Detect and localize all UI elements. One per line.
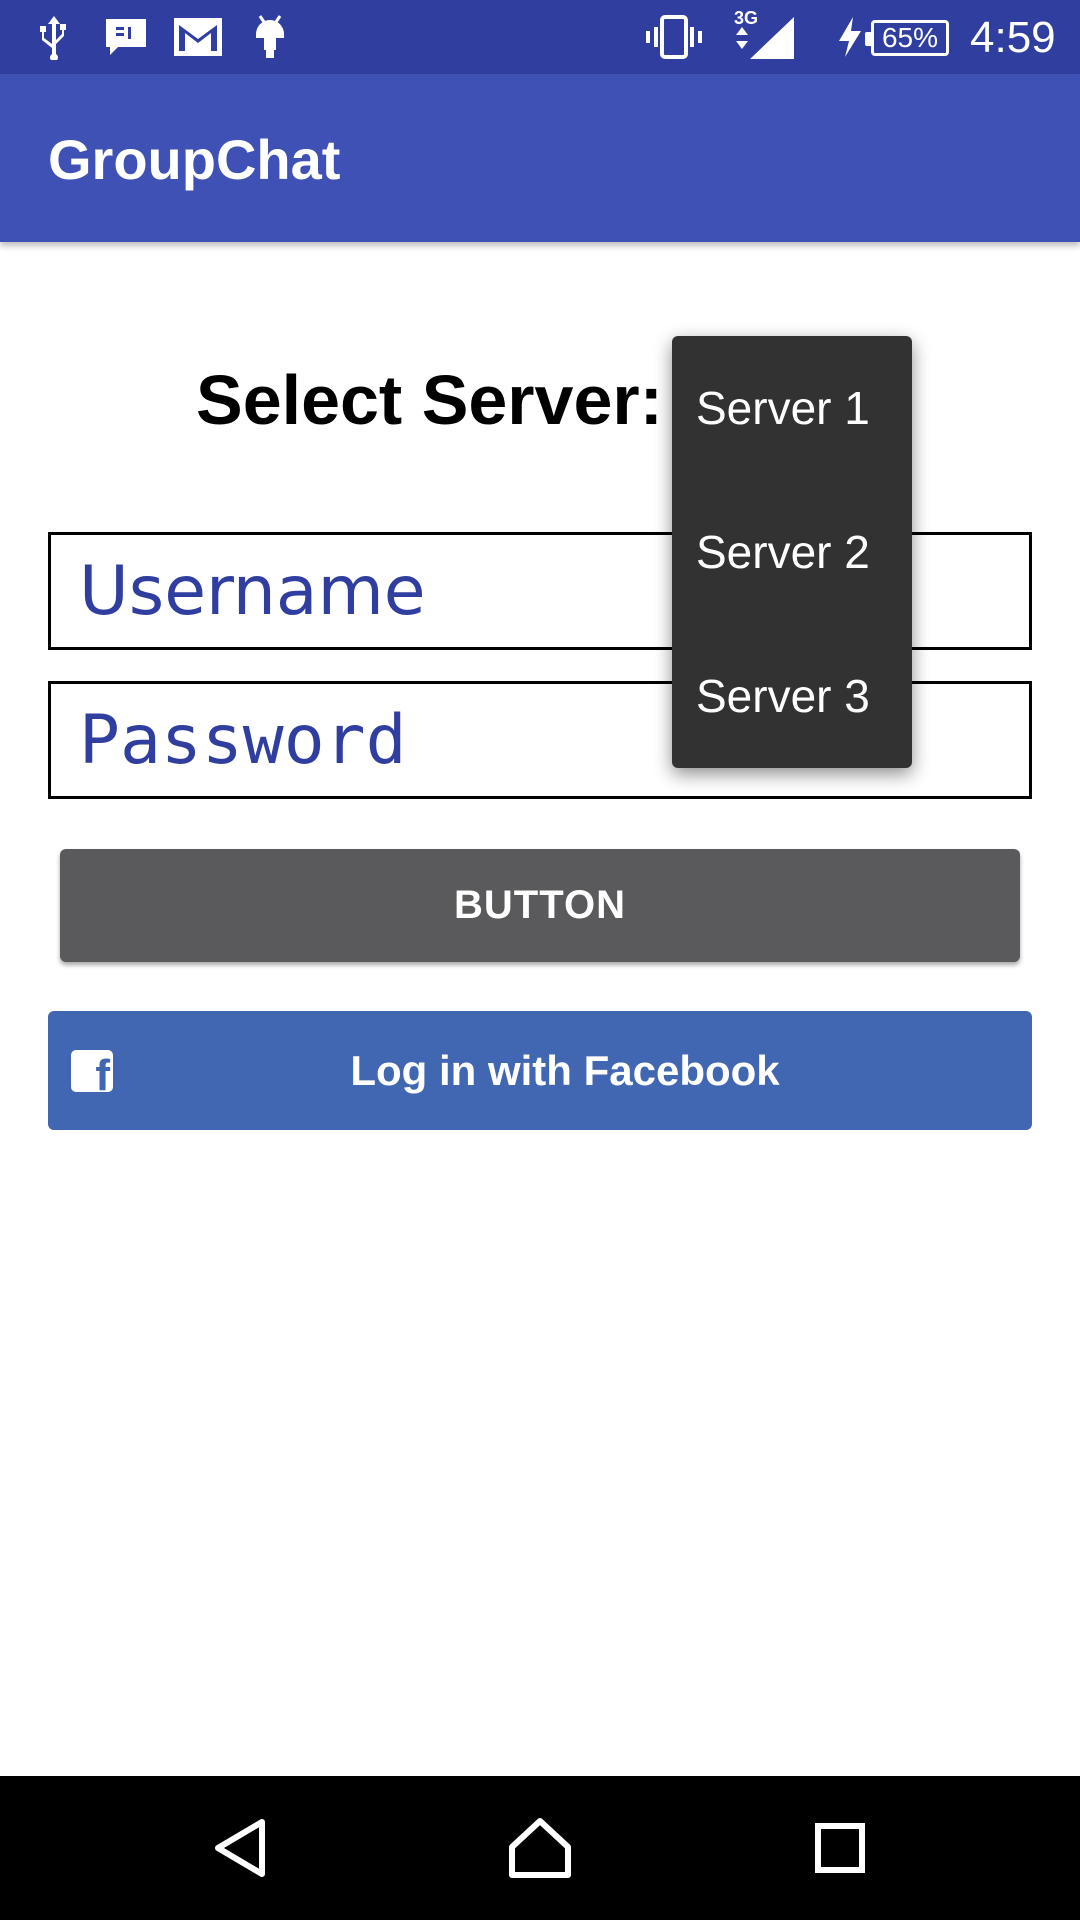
battery-level: 65% — [881, 22, 939, 53]
dropdown-item-server-2[interactable]: Server 2 — [672, 480, 912, 624]
app-bar: GroupChat — [0, 74, 1080, 242]
app-title: GroupChat — [48, 128, 341, 191]
network-type: 3G — [734, 8, 759, 28]
dropdown-item-server-1[interactable]: Server 1 — [672, 336, 912, 480]
signal-icon: 3G — [732, 8, 796, 62]
facebook-login-label: Log in with Facebook — [350, 1047, 780, 1094]
message-icon — [104, 12, 148, 62]
clock: 4:59 — [970, 13, 1056, 62]
home-icon[interactable] — [490, 1798, 590, 1898]
navigation-bar — [0, 1776, 1080, 1920]
status-bar: 3G 65% 4:59 — [0, 0, 1080, 74]
recents-icon[interactable] — [790, 1798, 890, 1898]
battery-icon: 65% — [865, 20, 949, 56]
dropdown-item-server-3[interactable]: Server 3 — [672, 624, 912, 768]
gmail-icon — [172, 12, 224, 62]
android-icon — [252, 12, 288, 62]
back-icon[interactable] — [190, 1798, 290, 1898]
server-dropdown: Server 1 Server 2 Server 3 — [672, 336, 912, 768]
charging-icon — [834, 12, 864, 62]
facebook-login-button[interactable]: f Log in with Facebook — [48, 1011, 1032, 1130]
usb-icon — [36, 12, 72, 62]
vibrate-icon — [646, 12, 702, 62]
select-server-label: Select Server: — [196, 361, 663, 439]
submit-button[interactable]: BUTTON — [60, 849, 1020, 962]
